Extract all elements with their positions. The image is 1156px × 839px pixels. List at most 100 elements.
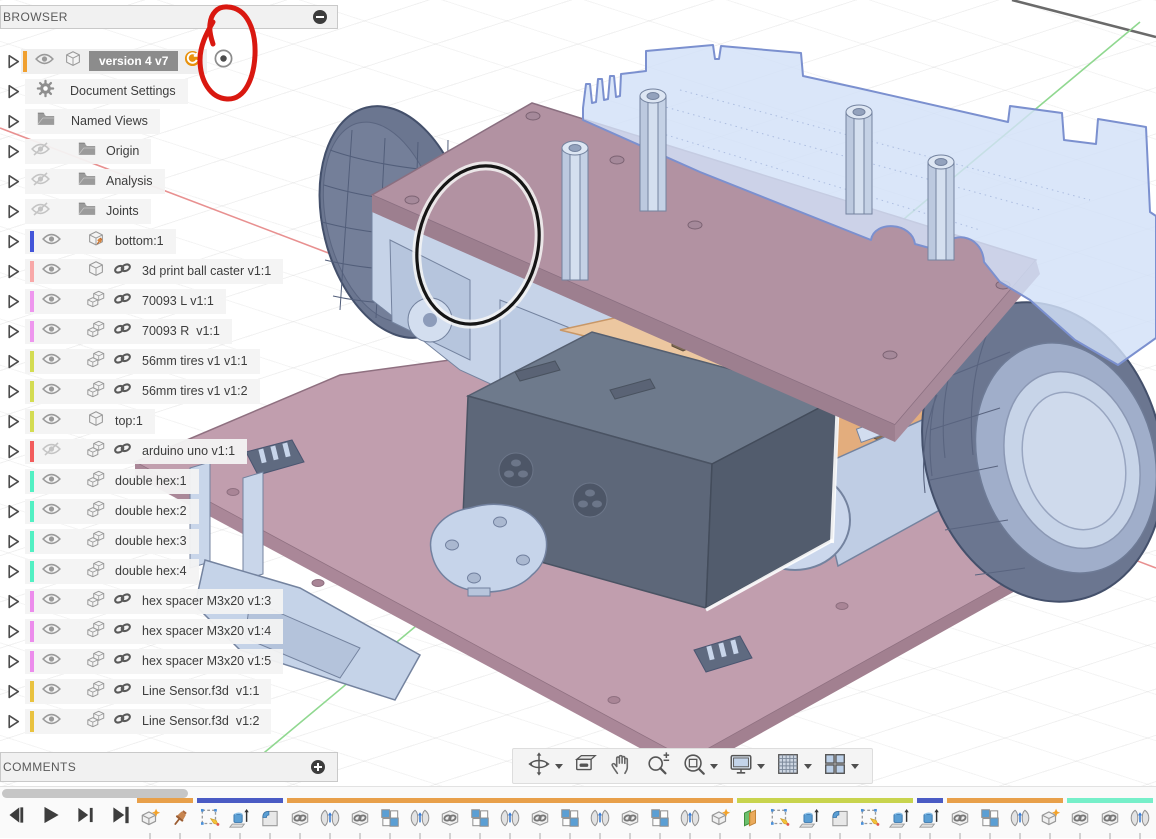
expander-icon[interactable] <box>6 503 21 520</box>
timeline-feature-new-component[interactable] <box>139 807 161 829</box>
browser-item-double-hex-2[interactable]: double hex:2 <box>0 498 199 524</box>
expander-icon[interactable] <box>6 443 21 460</box>
update-badge-icon[interactable] <box>184 50 201 72</box>
browser-root-component[interactable]: version 4 v7 <box>0 48 234 74</box>
timeline-feature-joint[interactable] <box>679 807 701 829</box>
visibility-eye-icon[interactable] <box>41 382 62 401</box>
expander-icon[interactable] <box>6 533 21 550</box>
timeline-feature-sketch[interactable] <box>769 807 791 829</box>
timeline-feature-linked-component[interactable] <box>529 807 551 829</box>
expander-icon[interactable] <box>6 623 21 640</box>
visibility-eye-icon[interactable] <box>41 412 62 431</box>
expander-icon[interactable] <box>6 383 21 400</box>
timeline-bar[interactable] <box>0 786 1156 838</box>
expander-icon[interactable] <box>6 83 21 100</box>
timeline-feature-rigid-group[interactable] <box>469 807 491 829</box>
visibility-eye-icon[interactable] <box>41 322 62 341</box>
visibility-eye-icon[interactable] <box>41 502 62 521</box>
timeline-scrubber[interactable] <box>2 789 188 798</box>
expander-icon[interactable] <box>6 683 21 700</box>
visibility-eye-icon[interactable] <box>41 292 62 311</box>
timeline-feature-joint[interactable] <box>589 807 611 829</box>
dropdown-caret-icon[interactable] <box>555 764 563 769</box>
browser-item-origin[interactable]: Origin <box>0 138 151 164</box>
timeline-feature-sketch[interactable] <box>199 807 221 829</box>
expander-icon[interactable] <box>6 473 21 490</box>
expander-icon[interactable] <box>6 173 21 190</box>
timeline-feature-linked-component[interactable] <box>349 807 371 829</box>
expander-icon[interactable] <box>6 713 21 730</box>
display-settings-button[interactable] <box>728 751 765 782</box>
timeline-feature-joint[interactable] <box>409 807 431 829</box>
zoom-button[interactable] <box>645 751 671 782</box>
expander-icon[interactable] <box>6 593 21 610</box>
visibility-eye-icon[interactable] <box>34 52 55 71</box>
timeline-feature-extrude[interactable] <box>889 807 911 829</box>
timeline-feature-linked-component[interactable] <box>439 807 461 829</box>
timeline-feature-extrude[interactable] <box>229 807 251 829</box>
go-to-previous-button[interactable] <box>4 803 28 832</box>
visibility-eye-icon[interactable] <box>41 352 62 371</box>
timeline-feature-joint[interactable] <box>1009 807 1031 829</box>
expander-icon[interactable] <box>6 53 21 70</box>
visibility-eye-icon[interactable] <box>41 652 62 671</box>
browser-item-56mm-tires-v1-v1-2[interactable]: 56mm tires v1 v1:2 <box>0 378 260 404</box>
look-at-button[interactable] <box>573 751 599 782</box>
timeline-feature-linked-component[interactable] <box>289 807 311 829</box>
expander-icon[interactable] <box>6 113 21 130</box>
visibility-eye-icon[interactable] <box>41 442 62 461</box>
browser-item-bottom-1[interactable]: bottom:1 <box>0 228 176 254</box>
timeline-feature-fillet[interactable] <box>829 807 851 829</box>
timeline-feature-fillet[interactable] <box>259 807 281 829</box>
expander-icon[interactable] <box>6 203 21 220</box>
browser-panel-header[interactable]: BROWSER <box>0 5 338 29</box>
expander-icon[interactable] <box>6 653 21 670</box>
browser-item-double-hex-4[interactable]: double hex:4 <box>0 558 199 584</box>
layout-grid-button[interactable] <box>775 751 812 782</box>
browser-item-document-settings[interactable]: Document Settings <box>0 78 188 104</box>
dropdown-caret-icon[interactable] <box>851 764 859 769</box>
browser-item-top-1[interactable]: top:1 <box>0 408 155 434</box>
timeline-feature-linked-component[interactable] <box>949 807 971 829</box>
expander-icon[interactable] <box>6 263 21 280</box>
timeline-feature-linked-component[interactable] <box>1069 807 1091 829</box>
visibility-eye-icon[interactable] <box>41 712 62 731</box>
visibility-eye-icon[interactable] <box>41 562 62 581</box>
expander-icon[interactable] <box>6 353 21 370</box>
visibility-eye-icon[interactable] <box>41 592 62 611</box>
timeline-feature-joint[interactable] <box>319 807 341 829</box>
visibility-eye-icon[interactable] <box>41 472 62 491</box>
visibility-eye-icon[interactable] <box>41 532 62 551</box>
fit-button[interactable] <box>681 751 718 782</box>
timeline-feature-rigid-group[interactable] <box>979 807 1001 829</box>
timeline-feature-joint[interactable] <box>1129 807 1151 829</box>
expander-icon[interactable] <box>6 233 21 250</box>
browser-item-double-hex-1[interactable]: double hex:1 <box>0 468 199 494</box>
expander-icon[interactable] <box>6 323 21 340</box>
browser-item-line-sensor-f3d-v1-1[interactable]: Line Sensor.f3d v1:1 <box>0 678 271 704</box>
visibility-eye-icon[interactable] <box>41 622 62 641</box>
browser-item-70093-l-v1-1[interactable]: 70093 L v1:1 <box>0 288 226 314</box>
timeline-feature-new-component[interactable] <box>709 807 731 829</box>
viewports-button[interactable] <box>822 751 859 782</box>
timeline-feature-offset-plane[interactable] <box>739 807 761 829</box>
timeline-feature-extrude[interactable] <box>919 807 941 829</box>
visibility-eye-icon[interactable] <box>30 202 51 221</box>
browser-item-70093-r-v1-1[interactable]: 70093 R v1:1 <box>0 318 232 344</box>
dropdown-caret-icon[interactable] <box>804 764 812 769</box>
timeline-feature-rigid-group[interactable] <box>379 807 401 829</box>
dropdown-caret-icon[interactable] <box>710 764 718 769</box>
visibility-eye-icon[interactable] <box>41 262 62 281</box>
pan-button[interactable] <box>609 751 635 782</box>
browser-item-joints[interactable]: Joints <box>0 198 151 224</box>
timeline-feature-rigid-group[interactable] <box>649 807 671 829</box>
comments-panel-header[interactable]: COMMENTS <box>0 752 338 782</box>
timeline-feature-linked-component[interactable] <box>619 807 641 829</box>
timeline-feature-sketch[interactable] <box>859 807 881 829</box>
add-comment-icon[interactable] <box>311 760 325 774</box>
timeline-feature-joint[interactable] <box>499 807 521 829</box>
activate-component-radio[interactable] <box>213 48 234 74</box>
browser-item-hex-spacer-m3x20-v1-3[interactable]: hex spacer M3x20 v1:3 <box>0 588 283 614</box>
browser-item-3d-print-ball-caster-v1-1[interactable]: 3d print ball caster v1:1 <box>0 258 283 284</box>
browser-item-analysis[interactable]: Analysis <box>0 168 165 194</box>
